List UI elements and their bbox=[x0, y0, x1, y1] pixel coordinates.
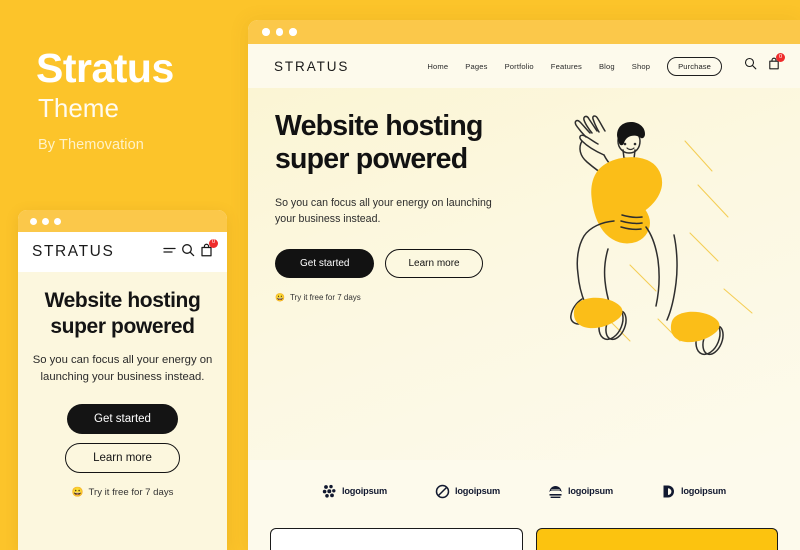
desktop-hero: Website hosting super powered So you can… bbox=[248, 88, 800, 460]
hamburger-icon[interactable] bbox=[163, 243, 176, 261]
mobile-trial-note: 😀 Try it free for 7 days bbox=[32, 487, 213, 498]
nav-item-blog[interactable]: Blog bbox=[599, 62, 615, 71]
nav-item-features[interactable]: Features bbox=[551, 62, 582, 71]
cart-icon[interactable]: 0 bbox=[200, 238, 218, 262]
mobile-hero-paragraph: So you can focus all your energy on laun… bbox=[32, 354, 213, 384]
nav-item-home[interactable]: Home bbox=[427, 62, 448, 71]
hero-heading: Website hosting super powered bbox=[275, 110, 535, 177]
page-title: Stratus bbox=[36, 45, 174, 91]
pricing-card-white[interactable] bbox=[270, 528, 524, 550]
half-moon-icon bbox=[663, 485, 674, 497]
window-dot-icon bbox=[275, 28, 283, 36]
mobile-trial-text: Try it free for 7 days bbox=[88, 486, 174, 498]
hero-illustration bbox=[570, 115, 753, 356]
mobile-logo[interactable]: STRATUS bbox=[32, 243, 114, 261]
page-subtitle: Theme bbox=[38, 93, 119, 123]
client-logo-label: logoipsum bbox=[454, 486, 501, 496]
desktop-nav-icons: 0 bbox=[744, 53, 785, 75]
circle-slash-icon bbox=[435, 484, 450, 498]
mobile-hero: Website hosting super powered So you can… bbox=[18, 272, 227, 550]
purchase-button[interactable]: Purchase bbox=[667, 56, 722, 76]
waves-dome-icon bbox=[549, 485, 562, 498]
client-logo-strip: logoipsum logoipsum logoipsum logoipsum bbox=[248, 460, 800, 522]
search-icon[interactable] bbox=[181, 243, 195, 262]
pricing-card-yellow[interactable] bbox=[536, 528, 778, 550]
hero-heading-line1: Website hosting bbox=[275, 110, 483, 142]
client-logo-item: logoipsum bbox=[548, 484, 613, 499]
hero-paragraph: So you can focus all your energy on laun… bbox=[275, 196, 492, 226]
window-dot-icon bbox=[262, 28, 270, 36]
window-dot-icon bbox=[42, 217, 49, 225]
window-dot-icon bbox=[30, 217, 37, 225]
client-logo-label: logoipsum bbox=[567, 486, 614, 496]
learn-more-button[interactable]: Learn more bbox=[385, 248, 483, 278]
smiley-icon: 😀 bbox=[275, 292, 285, 302]
trial-text: Try it free for 7 days bbox=[289, 292, 361, 302]
desktop-titlebar bbox=[248, 20, 800, 44]
client-logo-label: logoipsum bbox=[680, 486, 727, 496]
mobile-navbar: STRATUS 0 bbox=[18, 232, 227, 272]
desktop-nav-menu: Home Pages Portfolio Features Blog Shop … bbox=[427, 53, 785, 76]
nav-item-portfolio[interactable]: Portfolio bbox=[505, 62, 534, 71]
desktop-navbar: STRATUS Home Pages Portfolio Features Bl… bbox=[248, 44, 800, 88]
cart-badge: 0 bbox=[776, 53, 785, 62]
app-root: Stratus Theme By Themovation STRATUS 0 W… bbox=[0, 0, 800, 550]
dots-cluster-icon bbox=[322, 484, 336, 498]
desktop-logo[interactable]: STRATUS bbox=[274, 59, 349, 74]
nav-item-pages[interactable]: Pages bbox=[465, 62, 487, 71]
mobile-mockup: STRATUS 0 Website hosting super powered … bbox=[18, 210, 227, 550]
mobile-learn-more-button[interactable]: Learn more bbox=[65, 442, 180, 473]
window-dot-icon bbox=[54, 217, 61, 225]
search-icon[interactable] bbox=[744, 57, 757, 75]
bottom-cards-row bbox=[248, 528, 800, 550]
mobile-titlebar bbox=[18, 210, 227, 232]
mobile-hero-buttons: Get started Learn more bbox=[32, 403, 213, 473]
mobile-nav-icons: 0 bbox=[163, 238, 218, 262]
smiley-icon: 😀 bbox=[71, 486, 84, 498]
desktop-mockup: STRATUS Home Pages Portfolio Features Bl… bbox=[248, 20, 800, 550]
hero-heading-line2: super powered bbox=[275, 143, 468, 176]
client-logo-item: logoipsum bbox=[661, 484, 726, 499]
page-byline: By Themovation bbox=[38, 137, 144, 153]
mobile-hero-heading: Website hosting super powered bbox=[44, 289, 201, 338]
client-logo-item: logoipsum bbox=[435, 484, 500, 499]
nav-item-shop[interactable]: Shop bbox=[632, 62, 650, 71]
cart-icon[interactable]: 0 bbox=[768, 53, 785, 75]
mobile-get-started-button[interactable]: Get started bbox=[67, 403, 178, 434]
get-started-button[interactable]: Get started bbox=[275, 248, 375, 278]
client-logo-item: logoipsum bbox=[322, 484, 387, 499]
cart-badge: 0 bbox=[209, 238, 218, 248]
client-logo-label: logoipsum bbox=[341, 486, 388, 496]
window-dot-icon bbox=[289, 28, 297, 36]
